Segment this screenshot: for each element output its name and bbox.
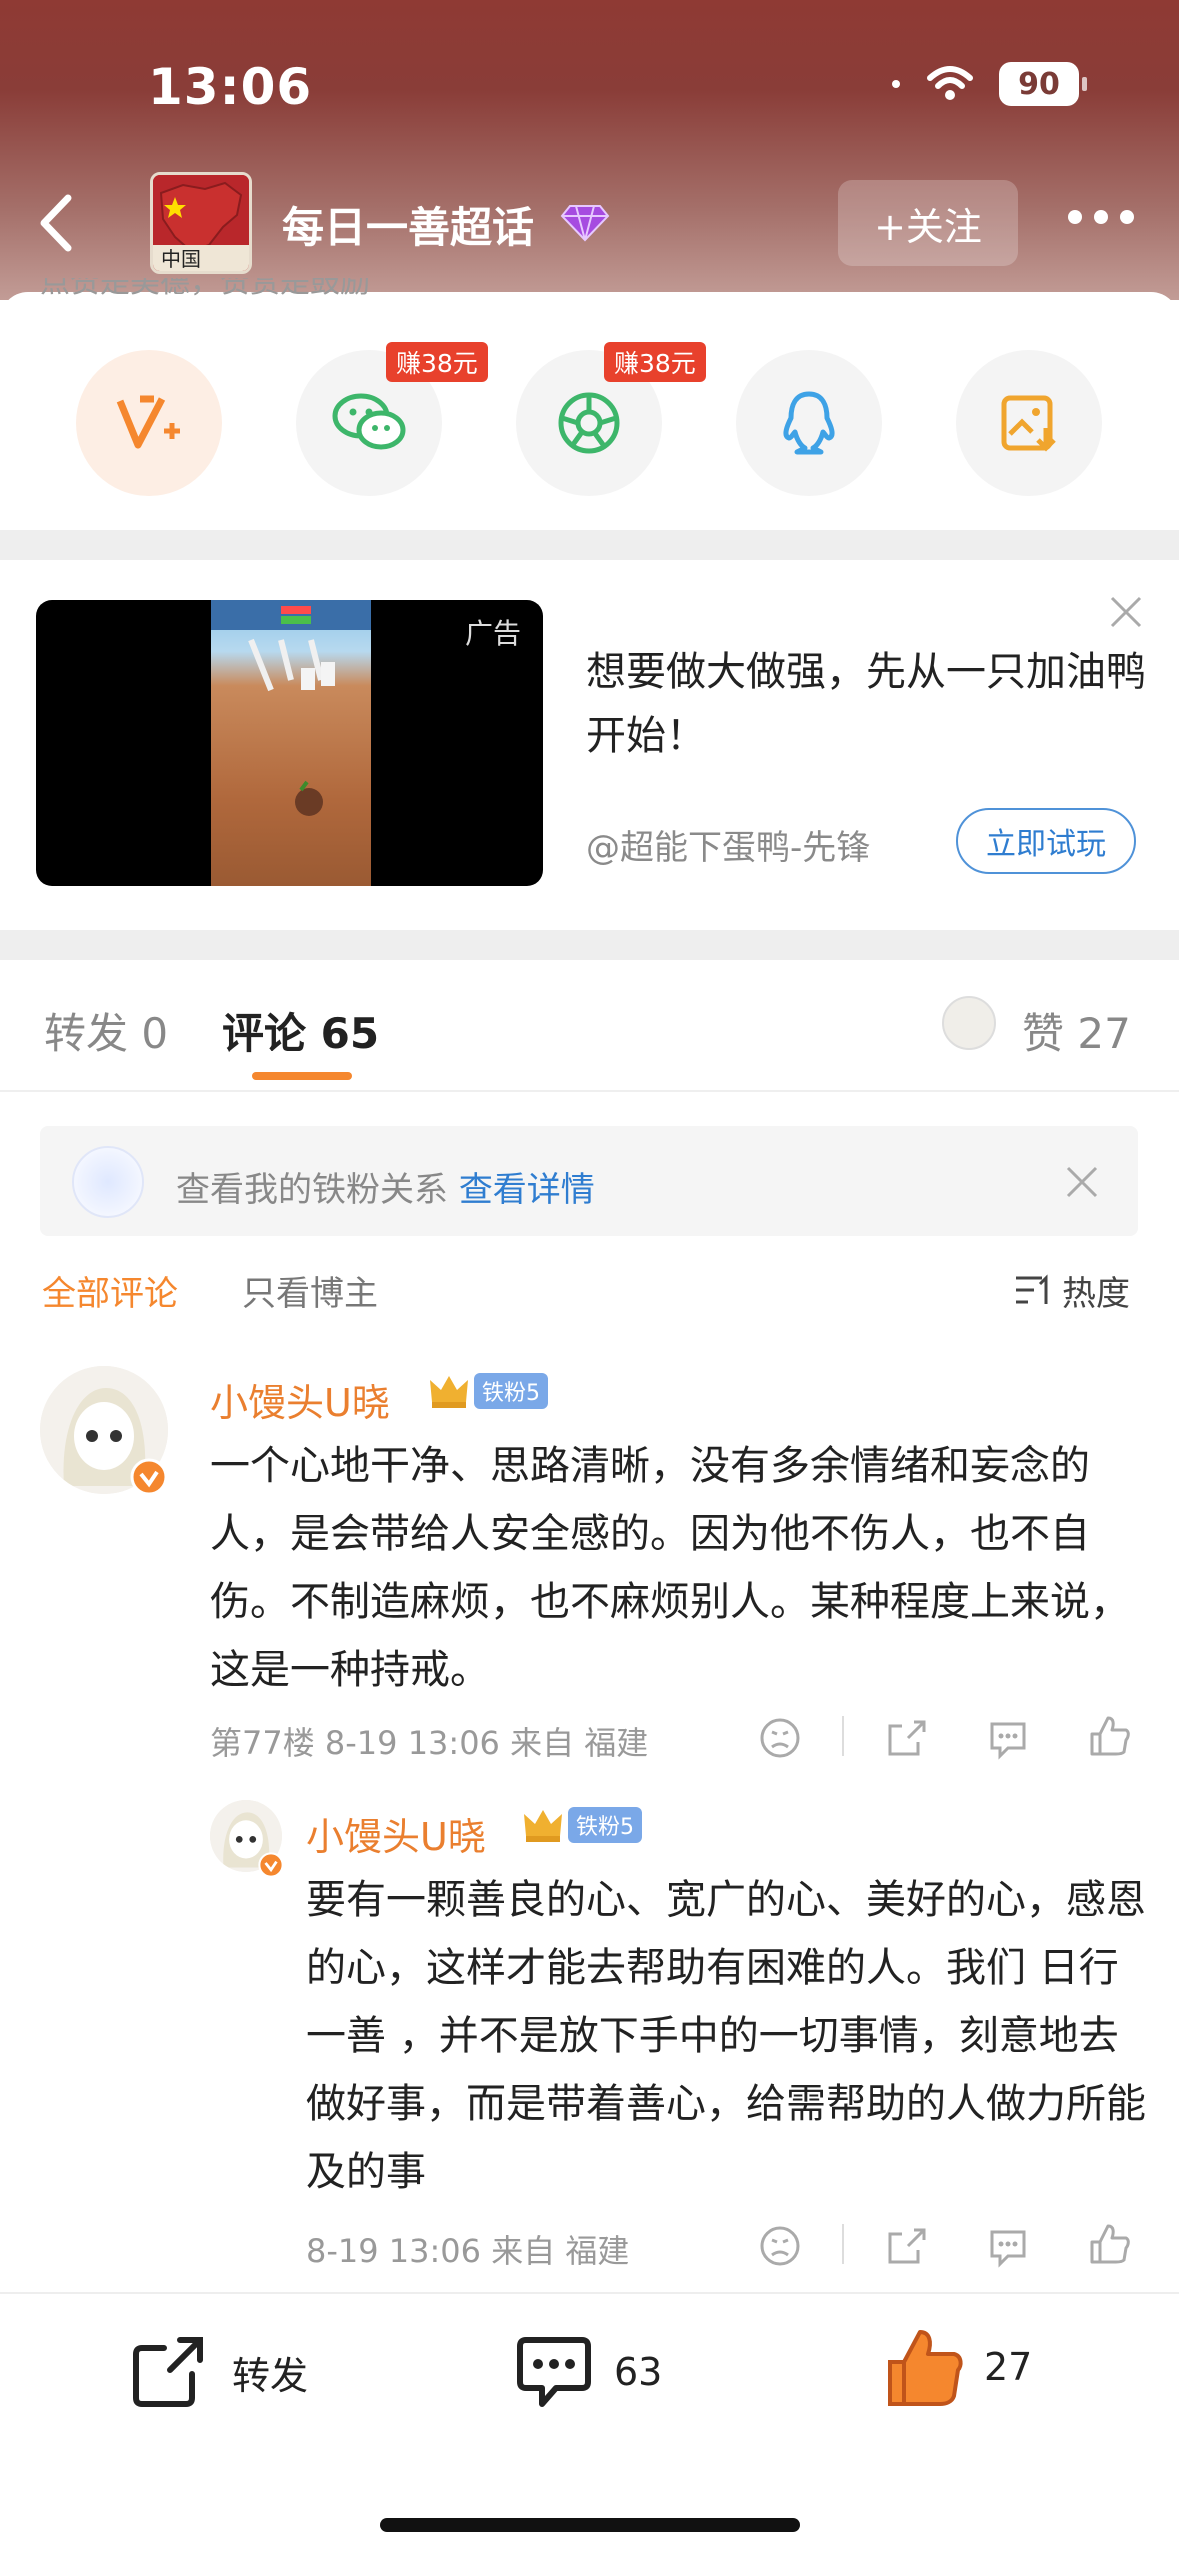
reply-user-name[interactable]: 小馒头U晓	[306, 1806, 486, 1861]
reply-meta: 8-19 13:06 来自 福建	[306, 2232, 630, 2270]
qq-icon	[783, 391, 835, 455]
diamond-icon	[560, 205, 610, 242]
liked-thumb-icon	[888, 2330, 963, 2406]
bottom-like-button[interactable]: 27	[884, 2326, 1032, 2408]
like-icon[interactable]	[1088, 2222, 1132, 2266]
bottom-repost-label: 转发	[232, 2353, 309, 2398]
moments-icon	[558, 392, 620, 454]
topic-title[interactable]: 每日一善超话	[282, 194, 534, 255]
like-user-avatar	[942, 996, 996, 1050]
home-indicator	[380, 2518, 800, 2532]
vplus-icon	[116, 395, 180, 449]
back-icon[interactable]	[30, 188, 90, 258]
fan-banner-close-icon[interactable]	[1062, 1162, 1102, 1202]
iron-fan-badge: 铁粉5	[474, 1373, 548, 1409]
earn-badge: 赚38元	[604, 342, 706, 382]
comment-icon	[517, 2337, 591, 2407]
wifi-icon	[927, 66, 973, 100]
verified-badge-icon	[258, 1852, 284, 1878]
wechat-icon	[332, 393, 406, 450]
save-image-button[interactable]	[956, 350, 1102, 496]
iron-fan-badge: 铁粉5	[568, 1807, 642, 1843]
action-divider	[842, 2224, 844, 2264]
bottom-bar-divider	[0, 2292, 1179, 2294]
game-scene-icon	[211, 600, 371, 816]
fan-badge-group: 铁粉5	[522, 1806, 642, 1844]
bottom-comment-button[interactable]: 63	[514, 2334, 662, 2410]
ad-try-button[interactable]: 立即试玩	[956, 808, 1136, 874]
status-time: 13:06	[148, 58, 313, 116]
ad-source[interactable]: @超能下蛋鸭-先锋	[586, 820, 870, 869]
fan-diamond-icon	[72, 1146, 144, 1218]
sort-label: 热度	[1062, 1274, 1130, 1314]
signal-dots-icon	[892, 80, 900, 88]
tab-repost[interactable]: 转发 0	[44, 1000, 168, 1061]
ad-text[interactable]: 想要做大做强，先从一只加油鸭开始！	[586, 640, 1146, 768]
ad-video[interactable]: 广告	[36, 600, 543, 886]
tab-active-indicator	[252, 1072, 352, 1080]
ad-game-preview	[211, 600, 371, 886]
tab-likes[interactable]: 赞 27	[1022, 1000, 1131, 1061]
reply-icon[interactable]	[986, 1716, 1030, 1760]
like-icon[interactable]	[1088, 1714, 1132, 1758]
section-divider	[0, 530, 1179, 560]
crown-icon	[524, 1810, 562, 1842]
sort-hot-button[interactable]: 热度	[1014, 1266, 1130, 1315]
action-divider	[842, 1716, 844, 1756]
share-icon[interactable]	[884, 1716, 928, 1760]
follow-button[interactable]: +关注	[838, 180, 1018, 266]
share-vplus-button[interactable]	[76, 350, 222, 496]
flag-caption: 中国	[161, 247, 201, 271]
fan-badge-group: 铁粉5	[428, 1372, 548, 1410]
filter-blogger-only[interactable]: 只看博主	[242, 1266, 378, 1315]
tabs-divider	[0, 1090, 1179, 1092]
tab-comments[interactable]: 评论 65	[222, 1000, 379, 1061]
status-icons: 90	[891, 62, 1087, 106]
sort-icon	[1016, 1273, 1048, 1304]
topic-avatar[interactable]: 中国	[150, 172, 252, 274]
more-options-icon[interactable]	[1068, 210, 1134, 224]
fan-banner-text: 查看我的铁粉关系	[176, 1170, 448, 1210]
earn-badge: 赚38元	[386, 342, 488, 382]
crown-icon	[430, 1376, 468, 1408]
verified-badge-icon	[130, 1458, 168, 1496]
bottom-like-count: 27	[984, 2345, 1033, 2389]
commenter-name[interactable]: 小馒头U晓	[210, 1372, 390, 1427]
repost-icon	[133, 2337, 203, 2407]
filter-all-comments[interactable]: 全部评论	[42, 1266, 178, 1315]
bottom-comment-count: 63	[614, 2350, 663, 2394]
comment-meta: 第77楼 8-19 13:06 来自 福建	[210, 1724, 649, 1762]
section-divider	[0, 930, 1179, 960]
fan-banner-text-wrap: 查看我的铁粉关系 查看详情	[176, 1162, 595, 1211]
ad-label: 广告	[464, 617, 521, 650]
hint-pointer	[130, 318, 170, 338]
save-image-icon	[1001, 395, 1056, 452]
comment-text[interactable]: 一个心地干净、思路清晰，没有多余情绪和妄念的人，是会带给人安全感的。因为他不伤人…	[210, 1432, 1150, 1704]
share-row: 赚38元 赚38元	[0, 342, 1179, 500]
share-qq-button[interactable]	[736, 350, 882, 496]
share-icon[interactable]	[884, 2224, 928, 2268]
dislike-face-icon[interactable]	[758, 1716, 802, 1760]
dislike-face-icon[interactable]	[758, 2224, 802, 2268]
bottom-repost-button[interactable]: 转发	[130, 2334, 308, 2410]
partial-hint-text: 点赞是美德，赞赏是鼓励	[40, 278, 370, 300]
battery-indicator: 90	[999, 62, 1087, 106]
reply-text[interactable]: 要有一颗善良的心、宽广的心、美好的心，感恩的心，这样才能去帮助有困难的人。我们 …	[306, 1866, 1146, 2206]
ad-close-icon[interactable]	[1106, 592, 1146, 632]
fan-banner-link[interactable]: 查看详情	[459, 1170, 595, 1210]
reply-icon[interactable]	[986, 2224, 1030, 2268]
